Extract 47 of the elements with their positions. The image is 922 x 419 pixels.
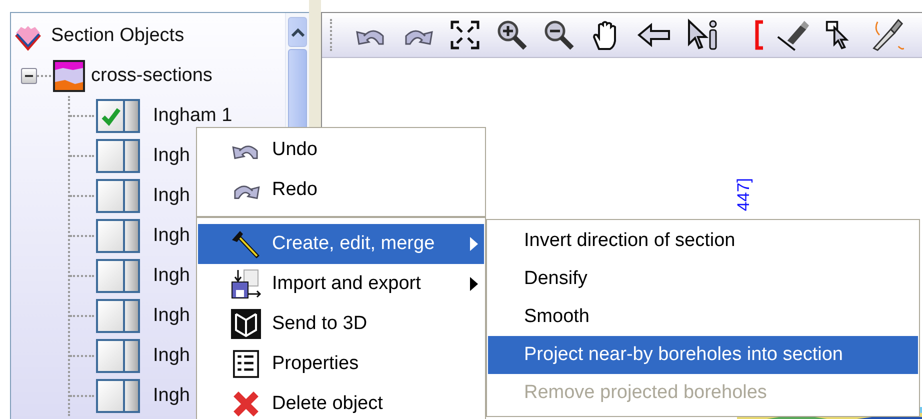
cube-icon xyxy=(230,308,262,340)
bracket-icon[interactable] xyxy=(753,19,765,51)
menu-item[interactable]: Create, edit, merge xyxy=(198,224,484,264)
section-label: 447] xyxy=(734,178,754,212)
hammer-icon xyxy=(230,228,262,260)
fit-view-icon[interactable] xyxy=(449,19,481,51)
pointer-info-icon[interactable] xyxy=(686,18,720,52)
tree-item[interactable]: Ingh xyxy=(153,385,190,407)
menu-item[interactable]: Delete object xyxy=(198,384,484,419)
menu-item[interactable]: Properties xyxy=(198,344,484,384)
tree-item[interactable]: Ingh xyxy=(153,305,190,327)
checkbox[interactable] xyxy=(96,219,142,253)
zoom-out-icon[interactable] xyxy=(543,19,575,51)
menu-item[interactable]: Send to 3D xyxy=(198,304,484,344)
collapse-icon[interactable] xyxy=(21,68,37,84)
import-export-icon xyxy=(230,268,262,300)
tree-item[interactable]: Ingh xyxy=(153,265,190,287)
menu-item[interactable]: Project near-by boreholes into section xyxy=(488,336,918,374)
checkbox[interactable] xyxy=(96,379,142,413)
menu-item[interactable]: Undo xyxy=(198,130,484,170)
cross-section-icon xyxy=(53,60,85,92)
checkbox[interactable] xyxy=(96,139,142,173)
chevron-up-icon xyxy=(290,28,304,36)
menu-item[interactable]: Import and export xyxy=(198,264,484,304)
tree-item[interactable]: Ingh xyxy=(153,145,190,167)
back-arrow-icon[interactable] xyxy=(637,23,671,47)
delete-icon xyxy=(232,390,260,418)
tree-item[interactable]: Ingh xyxy=(153,185,190,207)
checkbox[interactable] xyxy=(96,99,142,133)
tree-item[interactable]: Ingham 1 xyxy=(153,105,232,127)
zoom-in-icon[interactable] xyxy=(496,19,528,51)
menu-item[interactable]: Invert direction of section xyxy=(488,222,918,260)
checkbox[interactable] xyxy=(96,339,142,373)
tree-item[interactable]: Ingh xyxy=(153,225,190,247)
tree-item[interactable]: cross-sections xyxy=(91,65,212,87)
tree-item[interactable]: Section Objects xyxy=(51,25,184,47)
tree-item[interactable]: Ingh xyxy=(153,345,190,367)
menu-item[interactable]: Densify xyxy=(488,260,918,298)
knife-icon[interactable] xyxy=(870,18,904,52)
menu-item[interactable]: Redo xyxy=(198,170,484,210)
checkbox[interactable] xyxy=(96,179,142,213)
checkbox[interactable] xyxy=(96,259,142,293)
scroll-up-button[interactable] xyxy=(288,17,307,47)
properties-icon xyxy=(233,350,259,378)
menu-item[interactable]: Smooth xyxy=(488,298,918,336)
checkbox[interactable] xyxy=(96,299,142,333)
pen-icon[interactable] xyxy=(776,18,810,52)
